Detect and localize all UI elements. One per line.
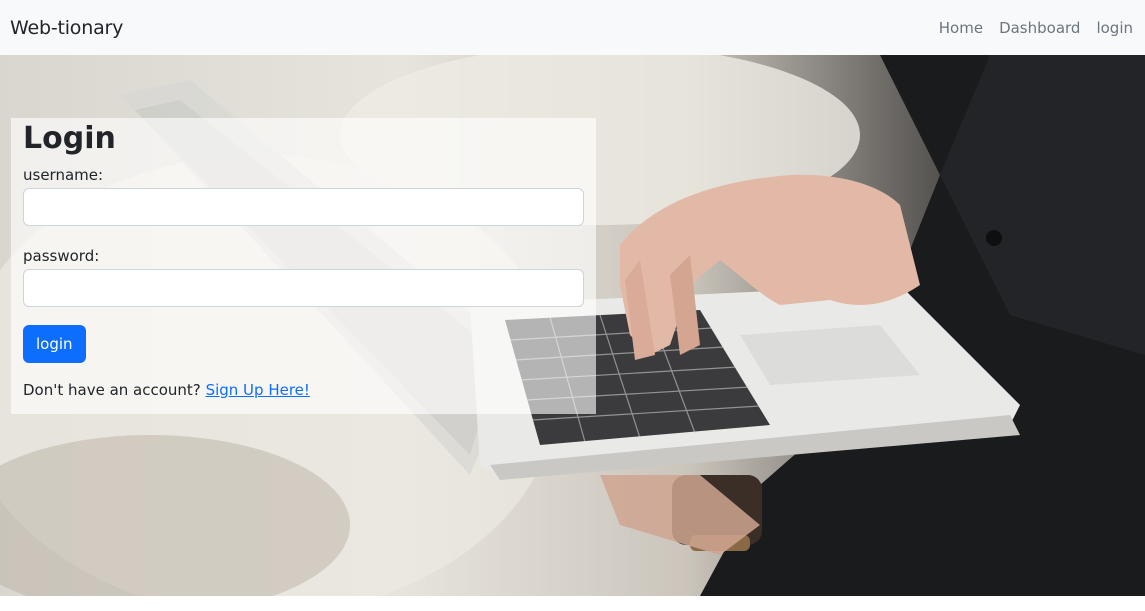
password-label: password: — [23, 247, 100, 265]
login-title: Login — [23, 121, 116, 156]
password-input[interactable] — [23, 269, 584, 307]
brand-logo-text[interactable]: Web-tionary — [10, 17, 123, 39]
username-label: username: — [23, 166, 104, 184]
nav-link-home[interactable]: Home — [939, 19, 983, 37]
login-card: Login username: password: login Don't ha… — [11, 118, 596, 414]
navbar: Web-tionary Home Dashboard login — [0, 0, 1145, 55]
page-bottom-margin — [0, 596, 1145, 611]
username-input[interactable] — [23, 188, 584, 226]
signup-prompt-text: Don't have an account? — [23, 381, 201, 399]
nav-link-login[interactable]: login — [1096, 19, 1133, 37]
nav-links: Home Dashboard login — [923, 19, 1133, 37]
nav-link-dashboard[interactable]: Dashboard — [999, 19, 1080, 37]
signup-prompt: Don't have an account? Sign Up Here! — [23, 381, 584, 399]
login-button[interactable]: login — [23, 325, 86, 363]
signup-link[interactable]: Sign Up Here! — [206, 381, 310, 399]
